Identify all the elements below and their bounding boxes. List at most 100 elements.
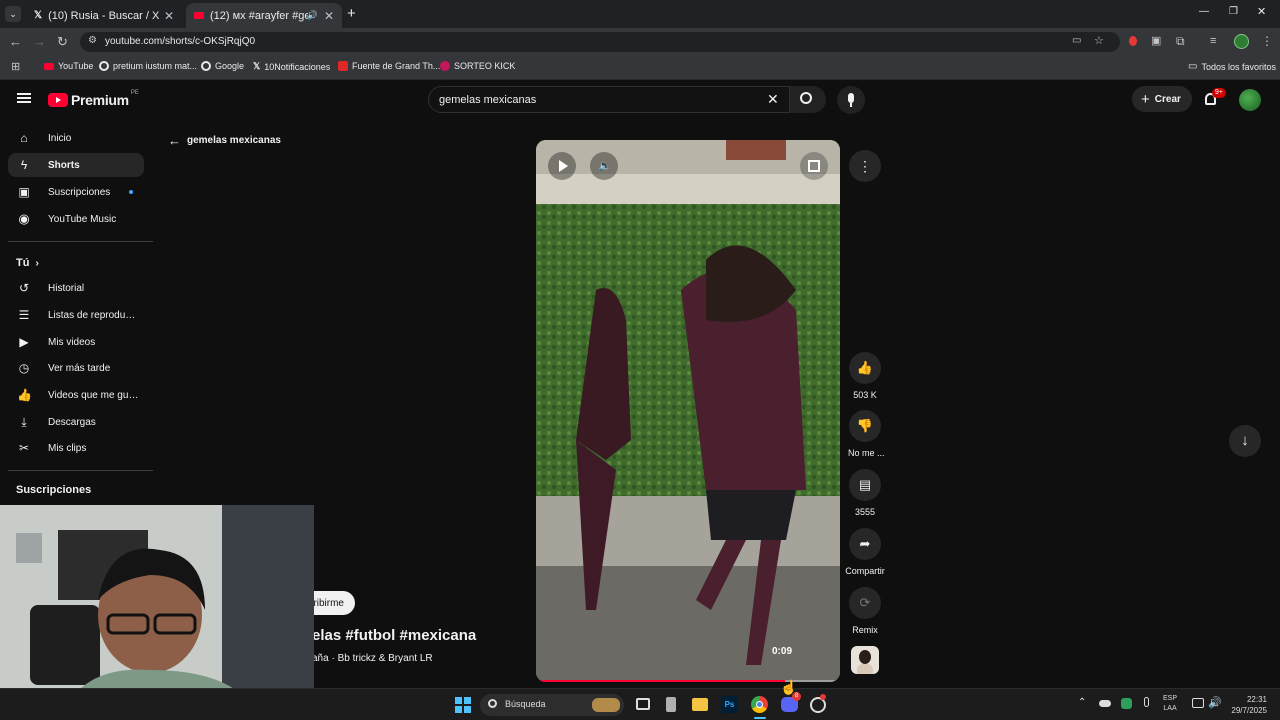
reading-list-icon[interactable]: ≡: [1210, 34, 1216, 48]
clock-date: 29/7/2025: [1231, 706, 1267, 715]
search-button[interactable]: [790, 86, 826, 113]
clips-icon: ✂: [18, 441, 30, 455]
play-button[interactable]: [548, 152, 576, 180]
sidebar-item-descargas[interactable]: ⤓ Descargas: [8, 410, 144, 434]
comments-action[interactable]: ▤ 3555: [848, 469, 882, 517]
address-bar[interactable]: ⚙ youtube.com/shorts/c-OKSjRqjQ0 ▭ ☆: [80, 32, 1120, 52]
thumbs-up-icon[interactable]: 👍: [849, 352, 881, 384]
volume-tray-icon[interactable]: 🔊: [1208, 696, 1222, 709]
extensions-puzzle-icon[interactable]: ⧉: [1176, 34, 1185, 48]
google-icon: [201, 61, 211, 71]
browser-tab-strip: ⌄ 𝕏 (10) Rusia - Buscar / X ✕ (12) мх #a…: [0, 0, 1280, 28]
extension-icon[interactable]: ▣: [1151, 34, 1161, 48]
sidebar-item-listas[interactable]: ☰ Listas de reproducc...: [8, 303, 144, 327]
reload-icon[interactable]: ↻: [57, 35, 68, 49]
sidebar-item-historial[interactable]: ↺ Historial: [8, 276, 144, 300]
bookmark-notificaciones[interactable]: 𝕏 10Notificaciones: [253, 61, 330, 72]
short-video-player[interactable]: 🔈 0:09: [536, 140, 840, 682]
minimize-window-icon[interactable]: —: [1199, 6, 1209, 17]
clock[interactable]: 22:31 29/7/2025: [1225, 694, 1267, 716]
all-bookmarks-folder[interactable]: ▭ Todos los favoritos: [1188, 61, 1276, 72]
sidebar-item-suscripciones[interactable]: ▣ Suscripciones: [8, 180, 144, 204]
file-explorer-icon[interactable]: [692, 698, 708, 711]
close-tab-icon[interactable]: ✕: [324, 9, 334, 23]
bookmark-pretium[interactable]: pretium iustum mat...: [99, 61, 197, 71]
extension-red-icon[interactable]: [1129, 36, 1137, 46]
dislike-action[interactable]: 👎 No me ...: [848, 410, 885, 458]
short-music[interactable]: aña · Bb trickz & Bryant LR: [312, 653, 433, 664]
thumbs-down-icon[interactable]: 👎: [849, 410, 881, 442]
photoshop-icon[interactable]: Ps: [721, 696, 738, 713]
taskbar-app-icon-2[interactable]: [810, 694, 826, 713]
sidebar-item-inicio[interactable]: ⌂ Inicio: [8, 126, 144, 150]
guide-menu-icon[interactable]: [17, 93, 31, 103]
bookmark-sorteo-kick[interactable]: SORTEO KICK: [440, 61, 515, 71]
close-tab-icon[interactable]: ✕: [164, 9, 174, 23]
sidebar-item-videos-que-me-gustan[interactable]: 👍 Videos que me gus...: [8, 383, 144, 407]
mute-button[interactable]: 🔈: [590, 152, 618, 180]
next-short-button[interactable]: ↓: [1229, 425, 1261, 457]
you-section-heading[interactable]: Tú ›: [16, 257, 39, 269]
share-icon[interactable]: ➦: [849, 528, 881, 560]
sound-thumbnail[interactable]: [851, 646, 879, 674]
comment-icon[interactable]: ▤: [849, 469, 881, 501]
short-more-options-button[interactable]: ⋮: [849, 150, 881, 182]
remix-label: Remix: [852, 625, 878, 635]
onedrive-icon[interactable]: [1099, 700, 1111, 707]
taskbar-app-icon[interactable]: [666, 697, 676, 712]
sidebar-item-ver-mas-tarde[interactable]: ◷ Ver más tarde: [8, 356, 144, 380]
clear-search-icon[interactable]: ✕: [767, 91, 779, 108]
youtube-premium-logo[interactable]: Premium PE: [48, 90, 139, 108]
sidebar-item-mis-clips[interactable]: ✂ Mis clips: [8, 436, 144, 460]
create-button[interactable]: + Crear: [1132, 86, 1192, 112]
tab-youtube-short[interactable]: (12) мх #arayfer #gemelas 🔊 ✕: [186, 3, 342, 28]
input-language[interactable]: ESP LAA: [1163, 694, 1177, 714]
clock-time: 22:31: [1246, 695, 1267, 704]
back-to-search-link[interactable]: ← gemelas mexicanas: [168, 133, 281, 148]
security-icon[interactable]: [1121, 698, 1132, 709]
back-query-label: gemelas mexicanas: [187, 135, 281, 146]
fullscreen-button[interactable]: [800, 152, 828, 180]
remix-action[interactable]: ⟳ Remix: [848, 587, 882, 635]
bookmark-grand-theft[interactable]: Fuente de Grand Th...: [338, 61, 440, 71]
network-icon[interactable]: [1192, 698, 1204, 708]
remix-icon[interactable]: ⟳: [849, 587, 881, 619]
taskbar-search-box[interactable]: Búsqueda: [480, 694, 624, 716]
site-info-icon[interactable]: ⚙: [88, 35, 97, 46]
browser-menu-icon[interactable]: ⋮: [1261, 34, 1273, 48]
windows-start-icon[interactable]: [455, 697, 471, 713]
bookmark-star-icon[interactable]: ☆: [1094, 34, 1104, 47]
back-arrow-icon[interactable]: ←: [9, 35, 22, 49]
tab-audio-icon[interactable]: 🔊: [307, 10, 318, 21]
account-avatar[interactable]: [1239, 89, 1261, 111]
voice-search-button[interactable]: [837, 86, 865, 114]
close-window-icon[interactable]: ✕: [1257, 5, 1266, 18]
bookmark-youtube[interactable]: YouTube: [44, 61, 93, 71]
x-logo-icon: 𝕏: [253, 61, 261, 71]
sidebar-item-mis-videos[interactable]: ▶ Mis videos: [8, 330, 144, 354]
show-hidden-icons-chevron[interactable]: ⌃: [1078, 697, 1086, 708]
search-input[interactable]: gemelas mexicanas ✕: [428, 86, 790, 113]
notifications-button[interactable]: 9+: [1203, 88, 1226, 109]
microphone-tray-icon[interactable]: [1144, 697, 1149, 707]
forward-arrow-icon[interactable]: →: [33, 35, 46, 49]
like-action[interactable]: 👍 503 K: [848, 352, 882, 400]
bookmark-google[interactable]: Google: [201, 61, 244, 71]
share-action[interactable]: ➦ Compartir: [840, 528, 890, 576]
sidebar-item-shorts[interactable]: ϟ Shorts: [8, 153, 144, 177]
sidebar-divider: [8, 241, 153, 242]
notification-count-badge: 9+: [1212, 88, 1226, 98]
task-view-icon[interactable]: [636, 698, 650, 710]
restore-window-icon[interactable]: ❐: [1229, 6, 1238, 17]
new-tab-button[interactable]: +: [347, 5, 356, 22]
profile-avatar[interactable]: [1234, 34, 1249, 49]
tab-x-rusia[interactable]: 𝕏 (10) Rusia - Buscar / X ✕: [26, 3, 182, 28]
apps-grid-icon[interactable]: ⊞: [11, 60, 20, 74]
discord-icon[interactable]: 8: [781, 692, 801, 712]
youtube-icon: [44, 62, 54, 70]
chrome-icon[interactable]: [751, 696, 768, 713]
sidebar-item-youtube-music[interactable]: ◉ YouTube Music: [8, 207, 144, 231]
cast-icon[interactable]: ▭: [1072, 35, 1081, 46]
tab-search-dropdown-button[interactable]: ⌄: [5, 6, 21, 22]
short-title[interactable]: elas #futbol #mexicana: [312, 627, 476, 644]
